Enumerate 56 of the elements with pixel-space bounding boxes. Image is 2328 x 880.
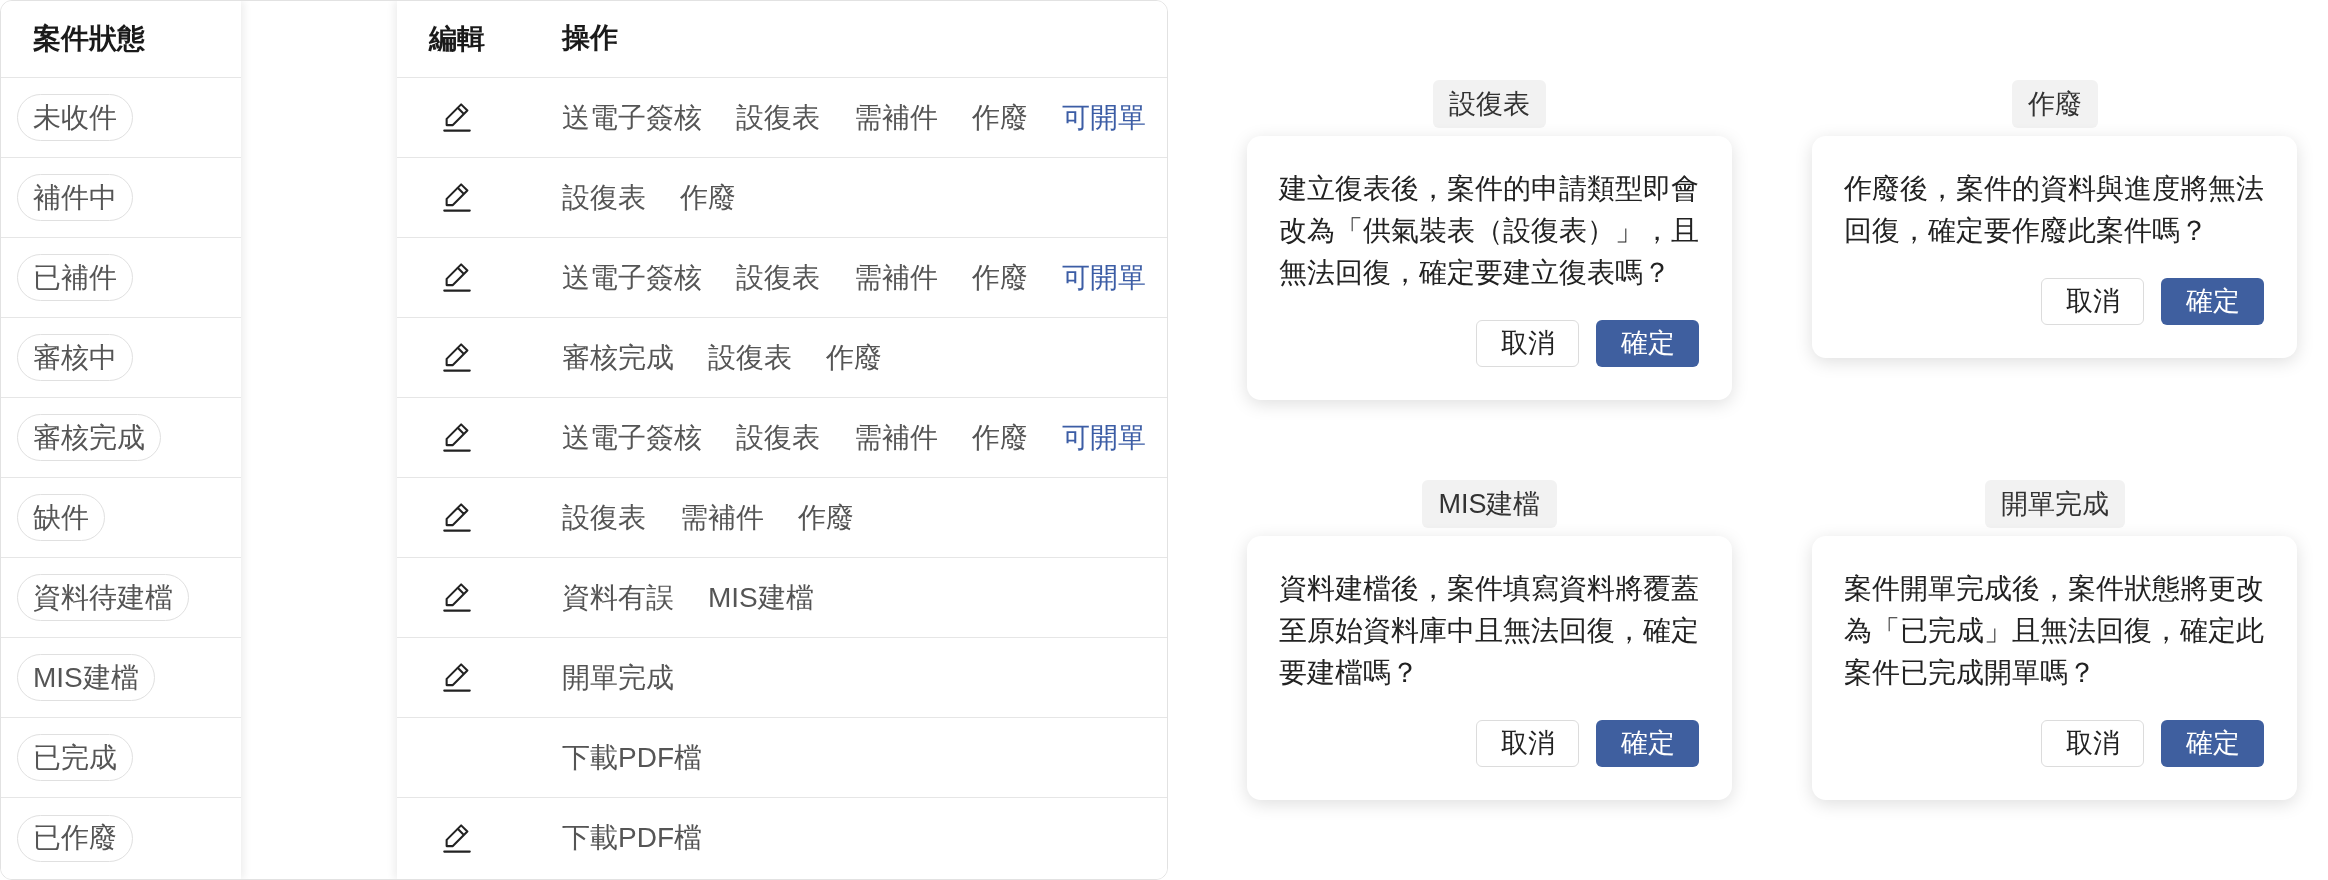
dialog-label: 設復表	[1433, 80, 1546, 128]
action-link[interactable]: 需補件	[854, 103, 938, 132]
dialog-message: 資料建檔後，案件填寫資料將覆蓋至原始資料庫中且無法回復，確定要建檔嗎？	[1279, 572, 1700, 690]
action-link[interactable]: 開單完成	[562, 663, 674, 692]
cancel-button[interactable]: 取消	[2041, 278, 2144, 325]
action-link[interactable]: 作廢	[826, 343, 882, 372]
action-link[interactable]: 送電子簽核	[562, 103, 702, 132]
pencil-icon[interactable]	[443, 663, 471, 692]
dialog-message: 作廢後，案件的資料與進度將無法回復，確定要作廢此案件嗎？	[1844, 172, 2265, 248]
action-link[interactable]: 設復表	[562, 503, 646, 532]
action-link[interactable]: 可開單	[1062, 263, 1146, 292]
confirm-button[interactable]: 確定	[2161, 720, 2264, 767]
dialog-label: 開單完成	[1984, 480, 2125, 528]
cancel-button[interactable]: 取消	[1476, 720, 1579, 767]
action-link[interactable]: 設復表	[562, 183, 646, 212]
action-link[interactable]: 設復表	[736, 423, 820, 452]
action-link[interactable]: 作廢	[798, 503, 854, 532]
pencil-icon[interactable]	[443, 583, 471, 612]
action-link[interactable]: 需補件	[854, 423, 938, 452]
action-link[interactable]: 作廢	[972, 103, 1028, 132]
action-link[interactable]: 審核完成	[562, 343, 674, 372]
action-link[interactable]: 下載PDF檔	[562, 824, 702, 852]
column-header: 編輯	[429, 25, 485, 53]
pencil-icon[interactable]	[443, 263, 471, 292]
action-link[interactable]: 送電子簽核	[562, 423, 702, 452]
action-link[interactable]: 作廢	[972, 423, 1028, 452]
confirm-button[interactable]: 確定	[2161, 278, 2264, 325]
pencil-icon[interactable]	[443, 823, 471, 853]
action-link[interactable]: 需補件	[680, 503, 764, 532]
action-link[interactable]: 設復表	[708, 343, 792, 372]
dialog-message: 建立復表後，案件的申請類型即會改為「供氣裝表（設復表）」，且無法回復，確定要建立復表嗎？	[1279, 172, 1700, 290]
action-link[interactable]: 資料有誤	[562, 583, 674, 612]
pencil-icon[interactable]	[443, 423, 471, 452]
confirm-button[interactable]: 確定	[1596, 720, 1699, 767]
action-link[interactable]: 可開單	[1062, 423, 1146, 452]
action-link[interactable]: 送電子簽核	[562, 263, 702, 292]
pencil-icon[interactable]	[443, 103, 471, 132]
action-link[interactable]: MIS建檔	[708, 583, 814, 612]
cancel-button[interactable]: 取消	[1476, 320, 1579, 367]
pencil-icon[interactable]	[443, 503, 471, 532]
column-header: 操作	[562, 22, 618, 53]
pencil-icon[interactable]	[443, 343, 471, 372]
dialog-message: 案件開單完成後，案件狀態將更改為「已完成」且無法回復，確定此案件已完成開單嗎？	[1844, 572, 2265, 690]
action-link[interactable]: 可開單	[1062, 103, 1146, 132]
cancel-button[interactable]: 取消	[2041, 720, 2144, 767]
action-link[interactable]: 設復表	[736, 103, 820, 132]
action-link[interactable]: 需補件	[854, 263, 938, 292]
action-link[interactable]: 作廢	[680, 183, 736, 212]
action-link[interactable]: 作廢	[972, 263, 1028, 292]
confirm-button[interactable]: 確定	[1596, 320, 1699, 367]
pencil-icon[interactable]	[443, 183, 471, 212]
dialog-label: 作廢	[2011, 80, 2098, 128]
dialog-label: MIS建檔	[1422, 480, 1557, 528]
column-header: 案件狀態	[33, 25, 145, 53]
action-link[interactable]: 設復表	[736, 263, 820, 292]
action-link[interactable]: 下載PDF檔	[562, 743, 702, 772]
